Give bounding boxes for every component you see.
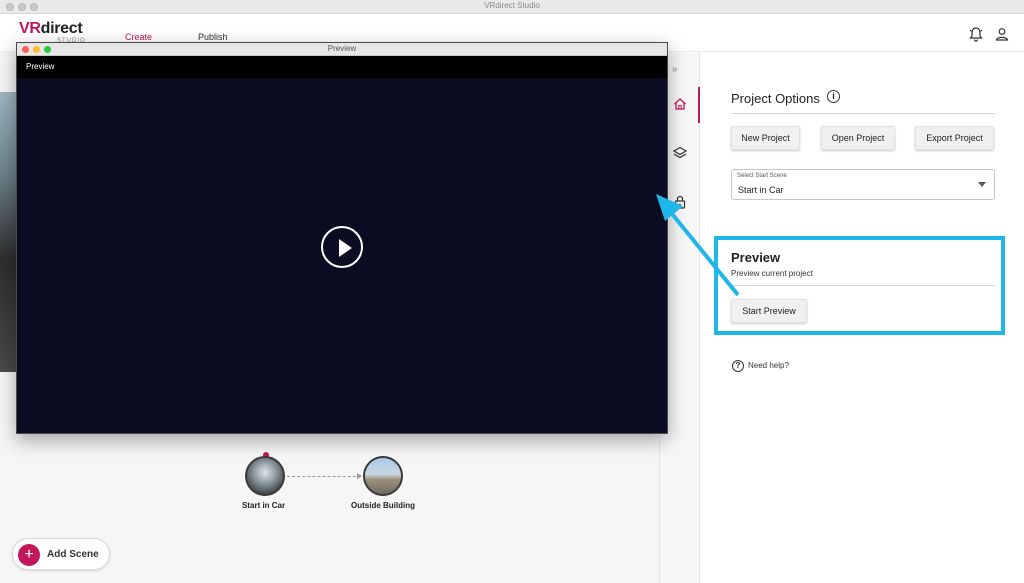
layers-icon[interactable]	[672, 145, 688, 161]
preview-header: Preview	[17, 56, 667, 78]
preview-highlight-box	[714, 236, 1005, 335]
window-title: VRdirect Studio	[484, 1, 540, 10]
nav-create[interactable]: Create	[125, 32, 152, 42]
app-logo[interactable]: VRdirect	[19, 20, 83, 38]
double-chevron-right-icon[interactable]: »	[672, 64, 678, 75]
scene-image-strip	[0, 92, 16, 372]
divider	[731, 113, 995, 114]
play-button[interactable]	[321, 226, 363, 268]
info-icon[interactable]: i	[827, 90, 840, 103]
preview-header-label: Preview	[26, 62, 55, 71]
chevron-down-icon	[978, 182, 986, 187]
start-scene-caption: Select Start Scene	[737, 173, 787, 179]
play-icon	[339, 239, 352, 257]
project-options-title: Project Options	[731, 91, 820, 106]
start-scene-select[interactable]: Select Start Scene Start in Car	[731, 169, 995, 200]
scene-connector	[287, 476, 361, 477]
logo-direct: direct	[40, 20, 83, 37]
scene-node-outside-building[interactable]	[363, 456, 403, 496]
home-icon[interactable]	[672, 96, 688, 112]
new-project-button[interactable]: New Project	[731, 126, 800, 150]
preview-window-titlebar: Preview	[17, 43, 667, 56]
plus-icon: +	[18, 544, 40, 566]
nav-publish[interactable]: Publish	[198, 32, 228, 42]
start-scene-value: Start in Car	[738, 185, 784, 195]
window-titlebar: VRdirect Studio	[0, 0, 1024, 14]
add-scene-button[interactable]: + Add Scene	[12, 538, 110, 570]
lock-icon[interactable]	[672, 194, 688, 210]
add-scene-label: Add Scene	[47, 549, 99, 560]
scene-label-start-in-car: Start in Car	[242, 501, 286, 510]
scene-label-outside-building: Outside Building	[351, 501, 415, 510]
scene-node-start-in-car[interactable]	[245, 456, 285, 496]
preview-window: Preview Preview	[16, 42, 668, 434]
bell-icon[interactable]	[968, 26, 984, 42]
open-project-button[interactable]: Open Project	[821, 126, 895, 150]
connector-arrowhead	[357, 473, 362, 479]
active-tab-indicator	[698, 87, 700, 123]
logo-vr: VR	[19, 20, 41, 37]
user-icon[interactable]	[994, 26, 1010, 42]
preview-window-title: Preview	[327, 44, 357, 53]
need-help-link[interactable]: Need help?	[748, 361, 789, 370]
help-icon[interactable]: ?	[732, 360, 744, 372]
export-project-button[interactable]: Export Project	[915, 126, 994, 150]
